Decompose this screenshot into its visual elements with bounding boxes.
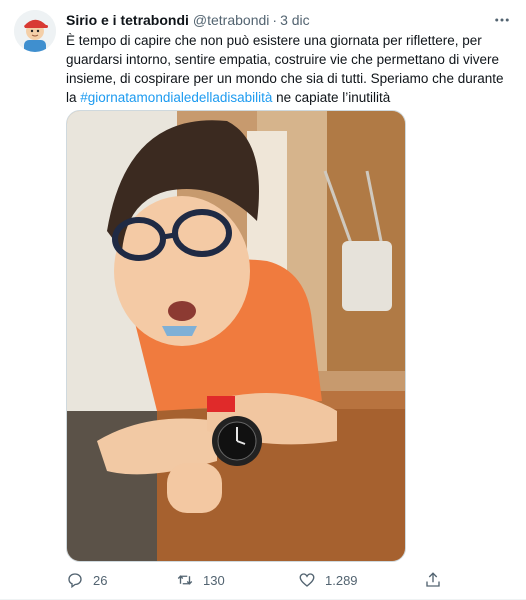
retweet-button[interactable]: 130 [176, 571, 225, 589]
hashtag-link[interactable]: #giornatamondialedelladisabilità [80, 90, 272, 105]
author-handle[interactable]: @tetrabondi [193, 12, 269, 28]
separator-dot: · [272, 12, 278, 28]
tweet[interactable]: Sirio e i tetrabondi @tetrabondi · 3 dic… [0, 0, 526, 600]
retweet-icon [177, 575, 193, 585]
author-name[interactable]: Sirio e i tetrabondi [66, 12, 189, 28]
like-button[interactable]: 1.289 [298, 571, 358, 589]
like-count: 1.289 [325, 572, 358, 588]
more-icon[interactable] [490, 8, 514, 32]
like-icon [299, 573, 315, 587]
tweet-text: È tempo di capire che non può esistere u… [66, 31, 514, 107]
reply-count: 26 [93, 572, 108, 588]
tweet-text-end: ne capiate l’inutilità [272, 90, 391, 105]
tweet-actions: 26 130 1.289 [66, 568, 446, 592]
tweet-header: Sirio e i tetrabondi @tetrabondi · 3 dic [66, 10, 490, 30]
reply-button[interactable]: 26 [66, 571, 107, 589]
tweet-date[interactable]: 3 dic [280, 12, 310, 28]
avatar[interactable] [14, 10, 56, 52]
share-button[interactable] [424, 571, 451, 589]
tweet-photo[interactable] [66, 110, 406, 562]
reply-icon [68, 573, 82, 589]
retweet-count: 130 [203, 572, 225, 588]
share-icon [426, 572, 440, 587]
